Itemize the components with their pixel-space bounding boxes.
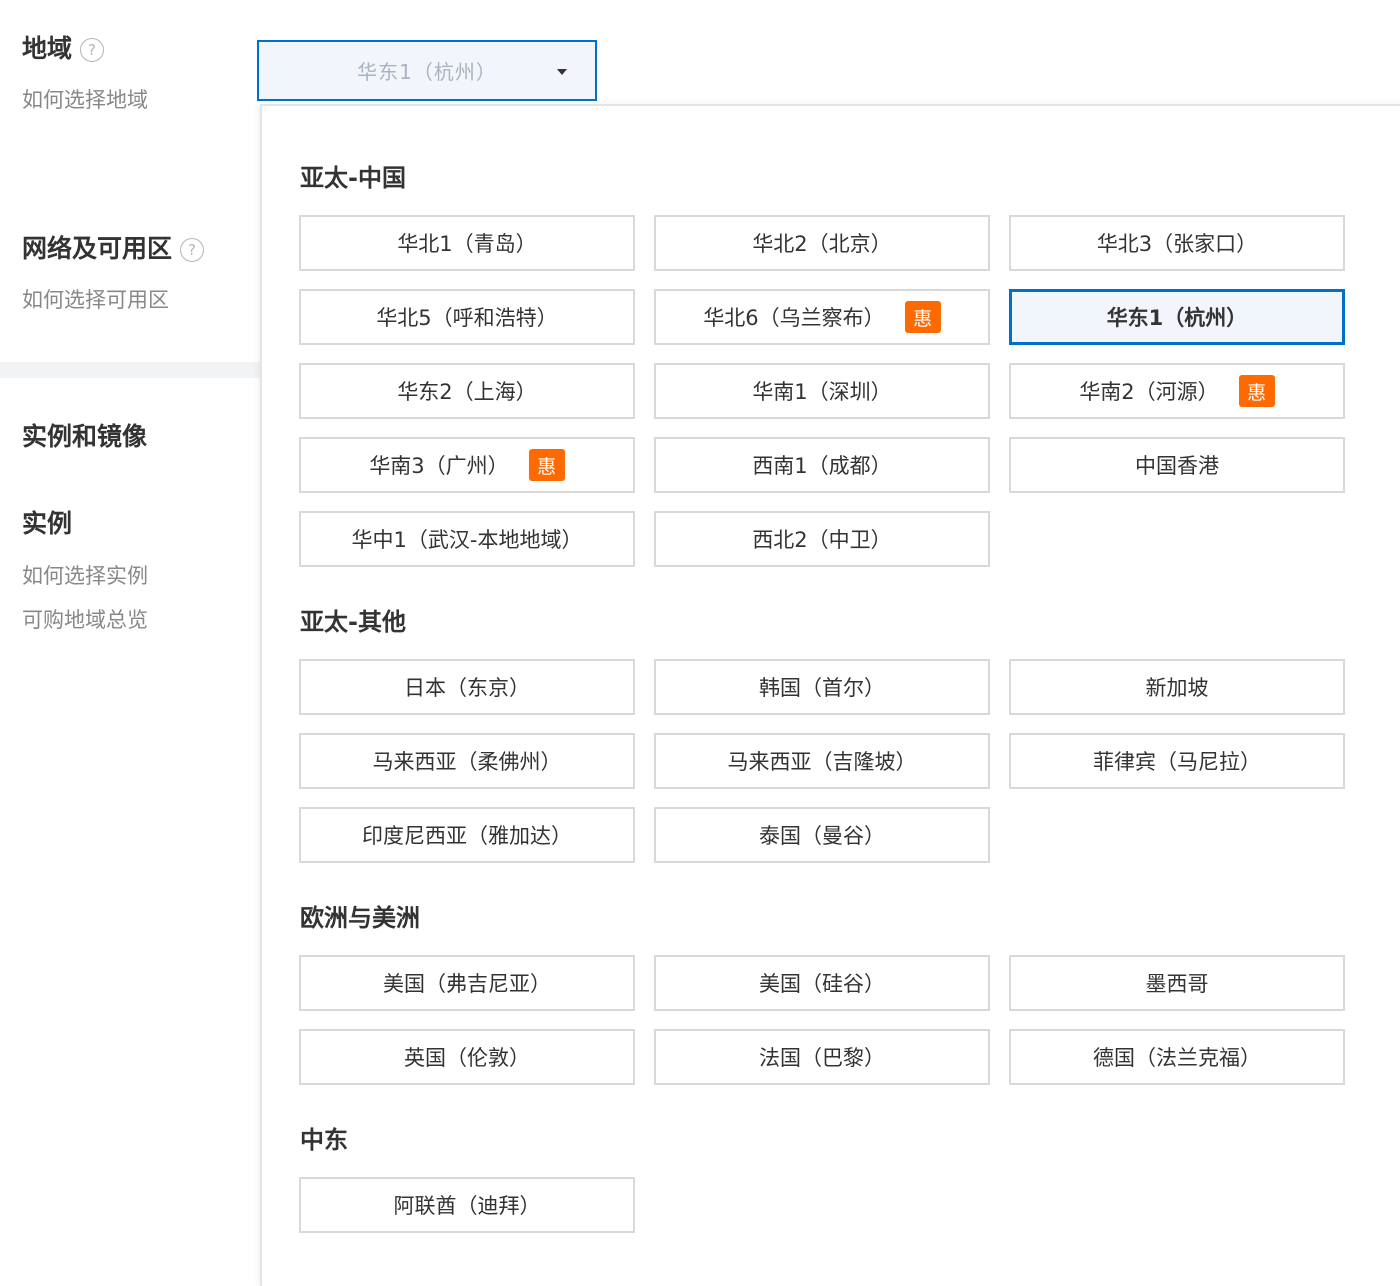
region-option-label: 华北1（青岛） xyxy=(397,232,537,256)
caret-down-icon xyxy=(557,69,567,75)
region-option-label: 马来西亚（吉隆坡） xyxy=(727,750,917,774)
region-option-selected[interactable]: 华东1（杭州） xyxy=(1009,289,1345,345)
region-option[interactable]: 华北1（青岛） xyxy=(299,215,635,271)
region-option-label: 印度尼西亚（雅加达） xyxy=(362,824,572,848)
region-option-label: 华北3（张家口） xyxy=(1096,232,1258,256)
region-option-label: 中国香港 xyxy=(1135,454,1219,478)
region-option-label: 华东1（杭州） xyxy=(1106,306,1248,330)
section-divider xyxy=(0,362,262,378)
region-option-label: 华北5（呼和浩特） xyxy=(376,306,558,330)
region-option-label: 华南1（深圳） xyxy=(752,380,892,404)
help-icon[interactable]: ? xyxy=(80,38,105,62)
region-option-label: 泰国（曼谷） xyxy=(759,824,885,848)
region-option[interactable]: 美国（弗吉尼亚） xyxy=(299,955,635,1011)
region-option[interactable]: 华东2（上海） xyxy=(299,363,635,419)
help-icon[interactable]: ? xyxy=(180,238,205,262)
region-option-label: 西北2（中卫） xyxy=(752,528,892,552)
region-option[interactable]: 马来西亚（柔佛州） xyxy=(299,733,635,789)
region-option[interactable]: 西南1（成都） xyxy=(654,437,990,493)
region-option[interactable]: 德国（法兰克福） xyxy=(1009,1029,1345,1085)
region-help-link[interactable]: 如何选择地域 xyxy=(22,90,148,111)
group-title-asia-other: 亚太-其他 xyxy=(300,608,406,636)
instance-image-title: 实例和镜像 xyxy=(22,422,148,451)
discount-badge: 惠 xyxy=(904,301,941,333)
region-option[interactable]: 华北3（张家口） xyxy=(1009,215,1345,271)
region-title: 地域 xyxy=(22,34,73,63)
region-option-label: 华南3（广州） xyxy=(369,454,509,478)
region-option-label: 日本（东京） xyxy=(404,676,530,700)
region-option[interactable]: 泰国（曼谷） xyxy=(654,807,990,863)
region-option-label: 美国（硅谷） xyxy=(759,972,885,996)
region-option-label: 法国（巴黎） xyxy=(759,1046,885,1070)
region-option-label: 华中1（武汉-本地地域） xyxy=(351,528,583,552)
region-option[interactable]: 韩国（首尔） xyxy=(654,659,990,715)
region-option-label: 阿联酋（迪拜） xyxy=(393,1194,541,1218)
region-option-label: 马来西亚（柔佛州） xyxy=(372,750,562,774)
region-option-label: 菲律宾（马尼拉） xyxy=(1093,750,1261,774)
region-option[interactable]: 阿联酋（迪拜） xyxy=(299,1177,635,1233)
region-option-label: 华北2（北京） xyxy=(752,232,892,256)
region-option[interactable]: 墨西哥 xyxy=(1009,955,1345,1011)
network-section-title: 网络及可用区? xyxy=(22,234,205,263)
group-title-europe-america: 欧洲与美洲 xyxy=(300,904,420,932)
region-option[interactable]: 华北2（北京） xyxy=(654,215,990,271)
group-title-asia-china: 亚太-中国 xyxy=(300,164,406,192)
region-option-label: 德国（法兰克福） xyxy=(1093,1046,1261,1070)
discount-badge: 惠 xyxy=(528,449,565,481)
region-option-label: 新加坡 xyxy=(1145,676,1209,700)
region-option[interactable]: 法国（巴黎） xyxy=(654,1029,990,1085)
instance-title: 实例 xyxy=(22,509,73,538)
region-option-label: 墨西哥 xyxy=(1145,972,1209,996)
region-option[interactable]: 英国（伦敦） xyxy=(299,1029,635,1085)
region-option[interactable]: 马来西亚（吉隆坡） xyxy=(654,733,990,789)
region-option[interactable]: 华北6（乌兰察布） 惠 xyxy=(654,289,990,345)
region-option[interactable]: 华南1（深圳） xyxy=(654,363,990,419)
region-option[interactable]: 日本（东京） xyxy=(299,659,635,715)
discount-badge: 惠 xyxy=(1238,375,1275,407)
region-option[interactable]: 华南2（河源） 惠 xyxy=(1009,363,1345,419)
region-option-label: 华北6（乌兰察布） xyxy=(703,306,885,330)
region-option-label: 英国（伦敦） xyxy=(404,1046,530,1070)
group-title-middle-east: 中东 xyxy=(300,1126,348,1154)
region-option[interactable]: 华中1（武汉-本地地域） xyxy=(299,511,635,567)
region-option-label: 美国（弗吉尼亚） xyxy=(383,972,551,996)
region-select-value: 华东1（杭州） xyxy=(357,60,497,84)
region-option[interactable]: 印度尼西亚（雅加达） xyxy=(299,807,635,863)
network-title: 网络及可用区 xyxy=(22,234,173,263)
region-option-label: 西南1（成都） xyxy=(752,454,892,478)
region-option-label: 华南2（河源） xyxy=(1079,380,1219,404)
region-section-title: 地域? xyxy=(22,34,105,63)
region-option-label: 韩国（首尔） xyxy=(759,676,885,700)
region-option-label: 华东2（上海） xyxy=(397,380,537,404)
network-help-link[interactable]: 如何选择可用区 xyxy=(22,290,169,311)
region-option[interactable]: 华北5（呼和浩特） xyxy=(299,289,635,345)
region-option[interactable]: 菲律宾（马尼拉） xyxy=(1009,733,1345,789)
sidebar: 地域? 如何选择地域 网络及可用区? 如何选择可用区 实例和镜像 实例 如何选择… xyxy=(0,0,262,1258)
region-option[interactable]: 中国香港 xyxy=(1009,437,1345,493)
instance-help-link[interactable]: 如何选择实例 xyxy=(22,566,148,587)
region-option[interactable]: 西北2（中卫） xyxy=(654,511,990,567)
region-option[interactable]: 新加坡 xyxy=(1009,659,1345,715)
region-option[interactable]: 美国（硅谷） xyxy=(654,955,990,1011)
instance-regions-link[interactable]: 可购地域总览 xyxy=(22,610,148,631)
region-option[interactable]: 华南3（广州） 惠 xyxy=(299,437,635,493)
region-select[interactable]: 华东1（杭州） xyxy=(257,40,597,101)
